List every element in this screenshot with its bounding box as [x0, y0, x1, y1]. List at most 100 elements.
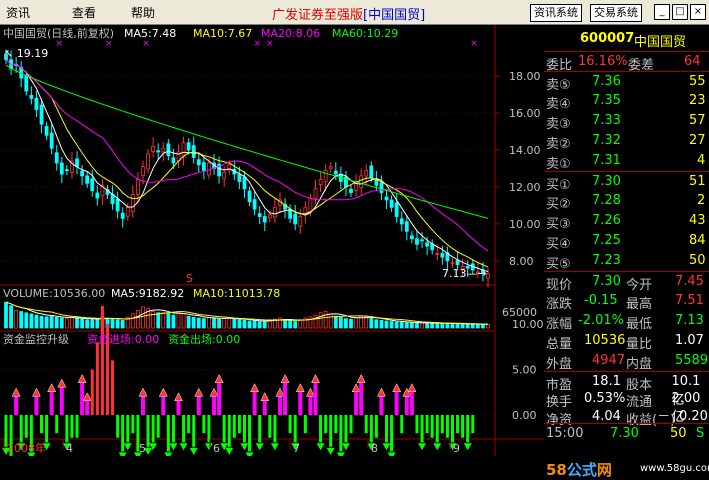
stat-value: 7.51 [675, 293, 704, 308]
candle-body [85, 175, 90, 184]
candle-body [59, 162, 64, 175]
volume-bar [450, 323, 455, 329]
fund-bar [95, 342, 99, 415]
volume-bar [262, 320, 267, 329]
menu-item-help[interactable]: 帮助 [131, 4, 155, 21]
volume-bar [70, 317, 74, 329]
volume-bar [130, 313, 135, 329]
chart-area[interactable]: × × × × × × 18.00 16.00 14.00 12.00 10.00 8.00 10.0… [0, 25, 544, 456]
fund-bar [182, 415, 186, 443]
candle-body [207, 162, 211, 176]
candle-body [486, 273, 490, 279]
volume-bar [404, 322, 409, 329]
fund-in-bar [85, 399, 90, 415]
buy-level-label: 买⑤ [546, 257, 571, 272]
buy-price: 7.25 [592, 233, 621, 248]
menu-item-view[interactable]: 查看 [72, 4, 96, 21]
volume-bar [29, 313, 34, 329]
candle-body [323, 169, 328, 183]
minimize-icon[interactable]: _ [654, 4, 670, 20]
info-system-button[interactable]: 资讯系统 [530, 4, 582, 22]
volume-bar [110, 318, 115, 329]
volume-ytick: 65000 [502, 306, 537, 319]
buy-level-label: 买③ [546, 217, 571, 232]
fund-in-bar [196, 395, 201, 415]
candle-body [64, 169, 69, 172]
ma20-label: MA20:8.06 [261, 27, 320, 40]
candle-body [161, 147, 166, 153]
volume-bar [455, 323, 460, 329]
sell-volume: 27 [689, 133, 706, 148]
fund-out-label: 资金出场:0.00 [168, 332, 240, 346]
restore-icon[interactable]: □ [672, 4, 688, 20]
volume-bar [64, 318, 69, 329]
stat-label: 内盘 [626, 357, 653, 372]
sell-price: 7.36 [592, 74, 621, 89]
fund-bar [242, 415, 246, 443]
stat-label: 涨跌 [546, 297, 573, 312]
buy-price: 7.28 [592, 193, 621, 208]
fund-in-bar [262, 399, 267, 415]
buy-row: 买③ 7.26 43 [544, 211, 709, 232]
stat-label: 涨幅 [546, 317, 573, 332]
fund-bar [100, 305, 104, 415]
volume-bar [95, 318, 100, 329]
trade-system-button[interactable]: 交易系统 [590, 4, 642, 22]
fund-bar [258, 415, 262, 443]
fund-in-bar [80, 381, 85, 415]
fund-bar [75, 415, 79, 438]
menu-item-info[interactable]: 资讯 [6, 4, 30, 21]
sell-price: 7.33 [592, 113, 621, 128]
stat2-value: 4.04 [592, 409, 621, 424]
fund-bar [466, 415, 470, 443]
candle-body [440, 253, 445, 258]
volume-bar [80, 318, 85, 329]
ma60-label: MA60:10.29 [332, 27, 398, 40]
fund-bar [207, 415, 211, 443]
buy-row: 买① 7.30 51 [544, 171, 709, 193]
tick-price: 7.30 [610, 426, 639, 441]
candle-body [222, 171, 227, 179]
fund-bar [461, 415, 465, 438]
weibi-row: 委比 16.16% 委差 64 [544, 51, 709, 73]
price-ytick: 8.00 [509, 255, 534, 268]
candle-body [24, 75, 29, 92]
volume-bar [364, 316, 369, 329]
fund-in-bar [404, 395, 409, 415]
candle-body [308, 197, 313, 213]
tick-flag: S [696, 426, 705, 441]
candle-body [298, 216, 303, 227]
volume-bar [445, 322, 450, 329]
fund-bar [339, 415, 343, 452]
price-ytick: 16.00 [509, 107, 541, 120]
fund-bar [248, 415, 252, 452]
volume-bar [323, 311, 328, 329]
volume-bar [328, 313, 333, 329]
volume-bar [247, 320, 252, 329]
fund-bar [430, 415, 434, 438]
candle-body [318, 179, 323, 185]
volume-bar [252, 320, 257, 329]
fund-bar [70, 415, 74, 438]
candle-body [399, 218, 404, 225]
fund-bar [111, 360, 115, 415]
volume-bar [14, 309, 19, 329]
candle-body [394, 202, 399, 217]
app-title-text: 广发证券至强版 [272, 8, 364, 23]
stat-row: 现价 7.30 今开 7.45 [544, 271, 709, 293]
volume-bar [44, 316, 49, 329]
quote-header: 600007 中国国贸 [544, 29, 709, 50]
top-marker: × [266, 39, 274, 49]
candle-body [186, 142, 191, 151]
fund-bar [288, 415, 292, 434]
close-icon[interactable]: × [690, 4, 706, 20]
volume-bar [288, 320, 293, 329]
price-ytick: 18.00 [509, 70, 541, 83]
low-label-value: 7.13 [442, 267, 467, 280]
candle-body [54, 152, 59, 164]
xaxis-label: 4 [66, 442, 73, 455]
buy-row: 买② 7.28 2 [544, 191, 709, 212]
volume-bar [374, 319, 379, 329]
fund-bar [90, 369, 94, 415]
fund-bar [40, 415, 44, 434]
